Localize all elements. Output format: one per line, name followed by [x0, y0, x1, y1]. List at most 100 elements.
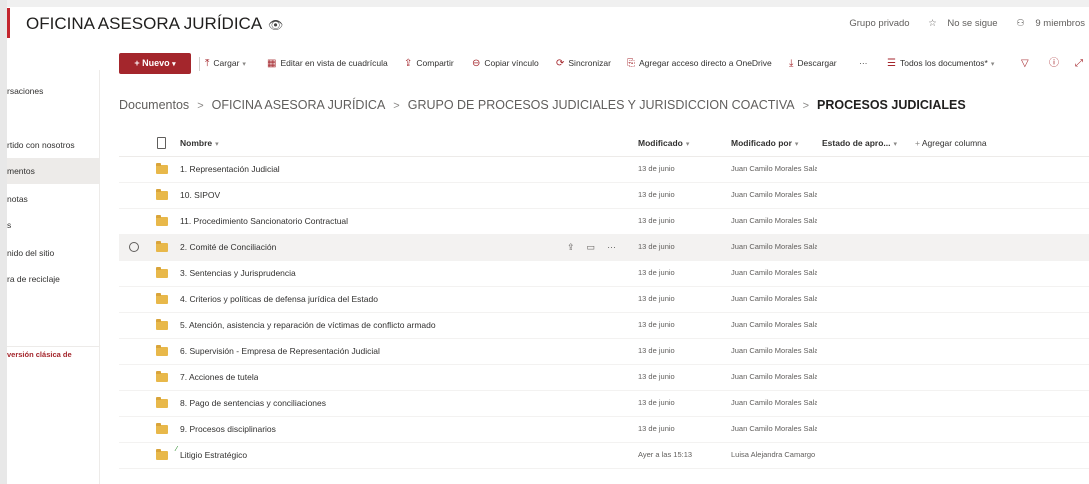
nav-item-notes[interactable]: notas [7, 186, 99, 212]
add-column-button[interactable]: + Agregar columna [915, 130, 987, 156]
folder-icon [156, 189, 168, 200]
row-name[interactable]: 1. Representación Judicial [180, 156, 280, 182]
row-modified-by[interactable]: Juan Camilo Morales Salaz [731, 260, 817, 286]
expand-button[interactable]: ⤢ [1075, 53, 1087, 74]
shortcut-icon: ⎘ [627, 58, 635, 69]
chevron-right-icon: > [197, 100, 204, 112]
row-modified-by[interactable]: Juan Camilo Morales Salaz [731, 156, 817, 182]
grid-view-button[interactable]: ▦ Editar en vista de cuadrícula [267, 53, 388, 74]
nav-item-shared[interactable]: rtido con nosotros [7, 132, 99, 158]
table-row[interactable]: 3. Sentencias y Jurisprudencia 13 de jun… [119, 260, 1089, 287]
breadcrumb-item[interactable]: Documentos [119, 98, 189, 112]
row-modified: 13 de junio [638, 216, 675, 225]
row-name[interactable]: 3. Sentencias y Jurisprudencia [180, 260, 296, 286]
chevron-down-icon: ▾ [893, 141, 898, 148]
table-row[interactable]: 11. Procedimiento Sancionatorio Contract… [119, 208, 1089, 235]
row-name[interactable]: 10. SIPOV [180, 182, 220, 208]
site-title[interactable]: OFICINA ASESORA JURÍDICA 👁 [26, 14, 283, 34]
upload-button[interactable]: ⤒ Cargar ▾ [205, 53, 246, 74]
folder-icon [156, 397, 168, 408]
row-modified-by[interactable]: Juan Camilo Morales Salaz [731, 208, 817, 234]
column-header-modified[interactable]: Modificado ▾ [638, 130, 689, 156]
breadcrumb-item[interactable]: OFICINA ASESORA JURÍDICA [212, 98, 386, 112]
breadcrumb: Documentos > OFICINA ASESORA JURÍDICA > GRUP… [119, 98, 966, 112]
nav-item-conversations[interactable]: rsaciones [7, 78, 99, 104]
breadcrumb-item[interactable]: GRUPO DE PROCESOS JUDICIALES Y JURISDICC… [408, 98, 795, 112]
row-name[interactable]: 5. Atención, asistencia y reparación de … [180, 312, 436, 338]
visibility-icon[interactable]: 👁 [268, 18, 283, 32]
row-modified-by[interactable]: Juan Camilo Morales Salaz [731, 182, 817, 208]
row-name[interactable]: 9. Procesos disciplinarios [180, 416, 276, 442]
table-row[interactable]: 6. Supervisión - Empresa de Representaci… [119, 338, 1089, 365]
folder-icon [156, 423, 168, 434]
view-selector[interactable]: ☰ Todos los documentos* ▾ [887, 53, 994, 74]
row-name[interactable]: Litigio Estratégico [180, 442, 247, 468]
members-button[interactable]: ⚇ 9 miembros [1008, 18, 1085, 29]
nav-item-pages[interactable]: s [7, 212, 99, 238]
folder-icon [156, 267, 168, 278]
info-button[interactable]: ⓘ [1049, 53, 1063, 74]
folder-icon [156, 163, 168, 174]
column-name-label: Nombre [180, 138, 213, 148]
copy-link-label: Copiar vínculo [484, 58, 539, 68]
link-icon: ⊖ [472, 58, 481, 69]
left-navigation: rsaciones rtido con nosotros mentos nota… [7, 70, 100, 484]
table-row-hovered[interactable]: 2. Comité de Conciliación ⇪ ▭ ··· 13 de ju… [119, 234, 1089, 261]
table-row[interactable]: 10. SIPOV 13 de junio Juan Camilo Morale… [119, 182, 1089, 209]
row-modified-by[interactable]: Juan Camilo Morales Salaz [731, 286, 817, 312]
row-name[interactable]: 4. Criterios y políticas de defensa jurí… [180, 286, 378, 312]
column-header-modified-by[interactable]: Modificado por ▾ [731, 130, 798, 156]
column-header-name[interactable]: Nombre ▾ [180, 130, 219, 156]
row-name[interactable]: 8. Pago de sentencias y conciliaciones [180, 390, 326, 416]
table-row[interactable]: 9. Procesos disciplinarios 13 de junio J… [119, 416, 1089, 443]
new-label: Nuevo [142, 58, 170, 68]
row-modified-by[interactable]: Juan Camilo Morales Salaz [731, 364, 817, 390]
upload-label: Cargar [213, 58, 240, 68]
row-modified-by[interactable]: Juan Camilo Morales Salaz [731, 416, 817, 442]
comment-icon[interactable]: ▭ [587, 242, 596, 252]
star-icon: ☆ [928, 18, 937, 29]
row-modified: 13 de junio [638, 320, 675, 329]
row-modified-by[interactable]: Juan Camilo Morales Salaz [731, 234, 817, 260]
nav-item-documents[interactable]: mentos [7, 158, 99, 184]
add-shortcut-button[interactable]: ⎘ Agregar acceso directo a OneDrive [627, 53, 772, 74]
row-modified-by[interactable]: Luisa Alejandra Camargo S [731, 442, 817, 468]
row-modified-by[interactable]: Juan Camilo Morales Salaz [731, 390, 817, 416]
table-row[interactable]: 8. Pago de sentencias y conciliaciones 1… [119, 390, 1089, 417]
table-row[interactable]: 7. Acciones de tutela 13 de junio Juan C… [119, 364, 1089, 391]
share-icon[interactable]: ⇪ [567, 242, 575, 252]
info-icon: ⓘ [1049, 58, 1059, 69]
row-name[interactable]: 11. Procedimiento Sancionatorio Contract… [180, 208, 348, 234]
download-label: Descargar [797, 58, 837, 68]
row-modified: 13 de junio [638, 372, 675, 381]
row-select-checkbox[interactable] [129, 242, 139, 252]
filter-button[interactable]: ▽ [1021, 53, 1033, 74]
follow-button[interactable]: ☆ No se sigue [920, 18, 997, 29]
nav-item-site-contents[interactable]: nido del sitio [7, 240, 99, 266]
copy-link-button[interactable]: ⊖ Copiar vínculo [472, 53, 539, 74]
nav-item-recycle-bin[interactable]: ra de reciclaje [7, 266, 99, 292]
more-icon[interactable]: ··· [607, 242, 616, 252]
row-modified-by[interactable]: Juan Camilo Morales Salaz [731, 338, 817, 364]
share-label: Compartir [416, 58, 454, 68]
table-row[interactable]: 1. Representación Judicial 13 de junio J… [119, 156, 1089, 183]
chevron-down-icon: ▾ [172, 61, 176, 68]
row-name[interactable]: 7. Acciones de tutela [180, 364, 258, 390]
table-row[interactable]: 4. Criterios y políticas de defensa jurí… [119, 286, 1089, 313]
row-modified-by[interactable]: Juan Camilo Morales Salaz [731, 312, 817, 338]
download-button[interactable]: ⤓ Descargar [789, 53, 837, 74]
sync-icon: ⟳ [556, 58, 565, 69]
sync-button[interactable]: ⟳ Sincronizar [556, 53, 611, 74]
classic-view-link[interactable]: versión clásica de [7, 342, 99, 368]
row-name[interactable]: 6. Supervisión - Empresa de Representaci… [180, 338, 380, 364]
share-button[interactable]: ⇪ Compartir [404, 53, 454, 74]
table-row[interactable]: 5. Atención, asistencia y reparación de … [119, 312, 1089, 339]
file-type-icon[interactable] [157, 137, 166, 149]
row-name[interactable]: 2. Comité de Conciliación [180, 234, 276, 260]
chevron-down-icon: ▾ [685, 141, 690, 148]
new-button[interactable]: + Nuevo ▾ [119, 53, 191, 74]
table-row[interactable]: ⁄ Litigio Estratégico Ayer a las 15:13 L… [119, 442, 1089, 469]
column-header-approval[interactable]: Estado de apro... ▾ [822, 130, 897, 156]
more-button[interactable]: ··· [859, 53, 868, 74]
follow-label: No se sigue [947, 18, 998, 29]
